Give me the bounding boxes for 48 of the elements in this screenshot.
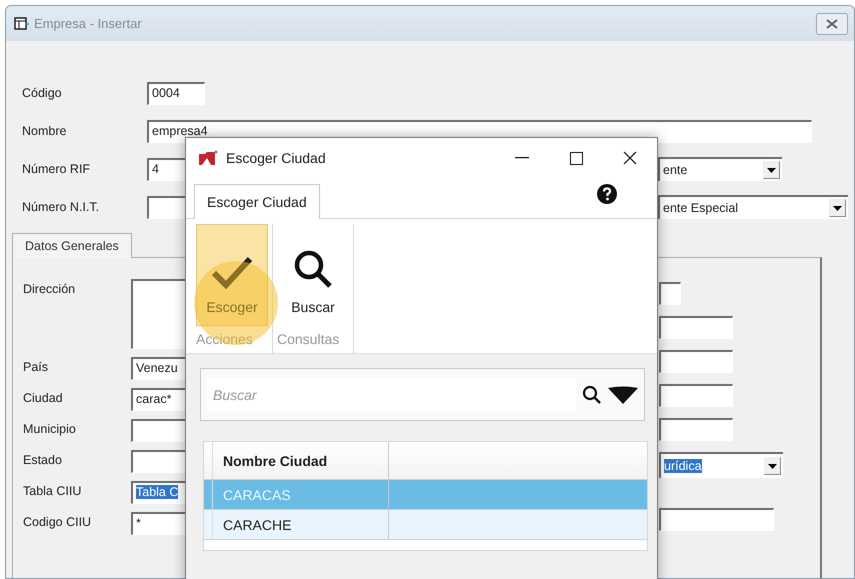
window-title: Empresa - Insertar [34,16,142,31]
dropdown-button[interactable] [763,161,780,179]
dropdown-button[interactable] [764,457,781,475]
text-field[interactable] [659,282,681,305]
field-label: Tabla CIIU [23,483,82,498]
field-label: Número RIF [22,162,92,176]
triangle-down-icon [833,206,842,210]
field-label: Dirección [23,281,76,296]
search-field[interactable]: Buscar [200,368,645,421]
close-icon [825,18,839,28]
text-field[interactable] [659,384,733,407]
table-row[interactable]: CARACHE [204,510,647,540]
check-icon [211,255,253,289]
search-icon[interactable] [582,384,602,404]
triangle-down-icon [767,168,776,172]
field-label: Nombre [22,124,68,138]
maximize-icon [570,152,582,164]
field-label: Municipio [23,421,77,436]
field-label: País [23,359,50,374]
ribbon-button[interactable]: Buscar [277,224,349,326]
dropdown-arrow-icon[interactable] [608,386,638,404]
triangle-down-icon [768,464,777,468]
text-field[interactable] [659,350,733,373]
form-icon [14,16,30,30]
search-icon [293,249,333,289]
table-cell: CARACAS [213,480,389,509]
dropdown-field[interactable]: ente [658,157,782,181]
tab[interactable]: Escoger Ciudad [194,184,320,219]
field-label: Estado [23,452,63,467]
text-field[interactable] [659,418,733,441]
help-icon[interactable] [597,184,617,204]
field-label: Codigo CIIU [23,514,92,529]
text-field[interactable] [659,316,733,339]
dropdown-field[interactable]: ente Especial [658,195,848,219]
dialog-title: Escoger Ciudad [226,150,326,166]
code-field[interactable]: 0004 [147,82,205,104]
text-field[interactable] [659,508,774,531]
close-icon [623,151,637,165]
table-cell: CARACHE [213,510,389,539]
folder-icon [198,150,218,166]
minimize-icon [515,157,529,159]
dropdown-button[interactable] [829,199,846,217]
field-label: Ciudad [23,390,64,405]
field-label: Número N.I.T. [22,200,100,214]
group-label: Consultas [277,330,340,347]
dropdown-field[interactable]: urídica [659,452,783,478]
field-label: Código [22,86,63,100]
tab[interactable]: Datos Generales [12,233,132,258]
